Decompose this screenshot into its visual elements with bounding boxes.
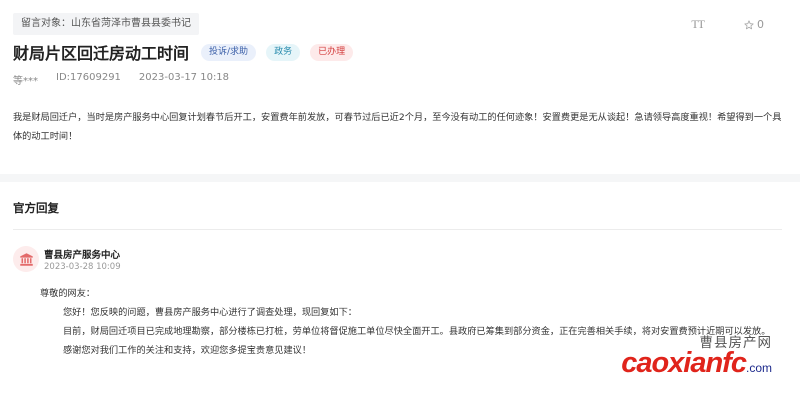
- type-badge[interactable]: 政务: [266, 43, 301, 61]
- status-badge: 已办理: [310, 43, 354, 61]
- message-date: 2023-03-17 10:18: [138, 72, 230, 83]
- page-title: 财局片区回迁房动工时间: [13, 44, 190, 63]
- watermark-domain-main: caoxianfc: [621, 347, 747, 379]
- font-size-toggle[interactable]: TT: [691, 17, 705, 32]
- watermark-domain: caoxianfc.com: [621, 348, 772, 383]
- government-building-icon: [19, 252, 33, 266]
- reply-time: 2023-03-28 10:09: [44, 262, 121, 272]
- message-target-tag: 留言对象：山东省菏泽市曹县县委书记: [13, 13, 199, 35]
- reply-paragraph-1: 您好！您反映的问题，曹县房产服务中心进行了调查处理，现回复如下：: [63, 307, 357, 318]
- message-meta: 等*** ID:17609291 2023-03-17 10:18: [13, 72, 247, 87]
- author-name: 等***: [13, 76, 38, 87]
- reply-divider: [13, 229, 782, 230]
- section-separator: [0, 174, 800, 182]
- reply-department: 曹县房产服务中心: [44, 250, 121, 261]
- title-row: 财局片区回迁房动工时间 投诉/求助 政务 已办理: [13, 40, 363, 64]
- site-watermark: 曹县房产网 caoxianfc.com: [621, 331, 772, 383]
- official-reply-heading: 官方回复: [13, 201, 59, 215]
- star-icon: [744, 19, 754, 29]
- favorite-count: 0: [757, 18, 764, 31]
- watermark-domain-tld: .com: [745, 361, 772, 375]
- category-badge[interactable]: 投诉/求助: [201, 43, 257, 61]
- department-avatar: [13, 246, 39, 272]
- message-content: 我是财局回迁户，当时是房产服务中心回复计划春节后开工，安置费年前发放，可春节过后…: [13, 112, 782, 142]
- top-tools: TT 0: [691, 17, 764, 32]
- reply-greeting: 尊敬的网友：: [40, 288, 96, 299]
- favorite-button[interactable]: 0: [744, 18, 764, 31]
- message-id: ID:17609291: [56, 72, 121, 83]
